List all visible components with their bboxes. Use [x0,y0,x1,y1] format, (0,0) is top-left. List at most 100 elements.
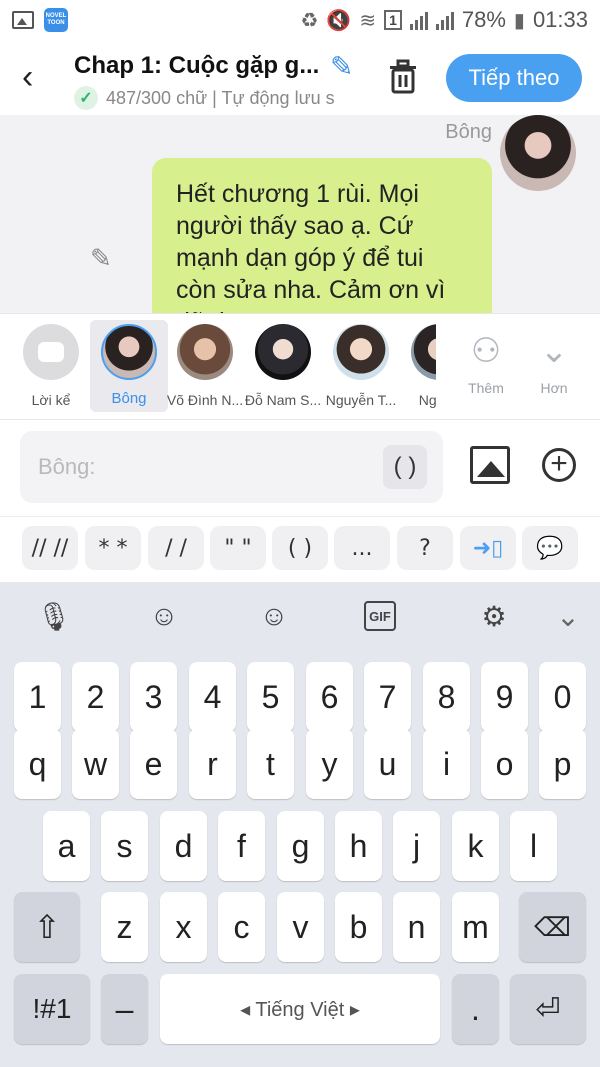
key-d[interactable]: d [160,811,207,881]
character-nguye[interactable]: Nguyễ [400,314,436,414]
avatar [101,324,157,380]
key-3[interactable]: 3 [130,662,177,732]
symbols-key[interactable]: !#1 [14,974,90,1044]
character-do-nam[interactable]: Đỗ Nam S... [244,314,322,414]
character-nguyen-t[interactable]: Nguyễn T... [322,314,400,414]
key-p[interactable]: p [539,729,586,799]
key-k[interactable]: k [452,811,499,881]
next-button[interactable]: Tiếp theo [446,54,582,102]
edit-message-pencil-icon[interactable]: ✎ [90,243,112,274]
key-e[interactable]: e [130,729,177,799]
symbol-double-slash[interactable]: // // [22,526,78,570]
key-y[interactable]: y [306,729,353,799]
edit-title-pencil-icon[interactable]: ✎ [330,50,353,83]
clock: 01:33 [532,7,588,32]
message-input[interactable] [38,447,378,487]
key-9[interactable]: 9 [481,662,528,732]
microphone-icon[interactable]: 🎙 [34,596,74,636]
key-a[interactable]: a [43,811,90,881]
key-f[interactable]: f [218,811,265,881]
key-w[interactable]: w [72,729,119,799]
key-l[interactable]: l [510,811,557,881]
space-bar[interactable]: ◂ Tiếng Việt ▸ [160,974,440,1044]
status-bar: NOVEL TOON ♻ 🔇 ≋ 1 78% ▮ 01:33 [0,0,600,40]
message-bubble[interactable]: Hết chương 1 rùi. Mọi người thấy sao ạ. … [152,158,492,313]
key-n[interactable]: n [393,892,440,962]
chat-bubble-icon[interactable]: 💬 [522,526,578,570]
key-s[interactable]: s [101,811,148,881]
key-i[interactable]: i [423,729,470,799]
collapse-keyboard-chevron-icon[interactable]: ⌄ [548,596,588,636]
period-key[interactable]: . [452,974,499,1044]
key-r[interactable]: r [189,729,236,799]
battery-percent: 78% [461,7,506,32]
enter-key[interactable]: ⏎ [510,974,586,1044]
settings-gear-icon[interactable]: ⚙ [474,596,514,636]
battery-icon: ▮ [513,9,525,32]
key-7[interactable]: 7 [364,662,411,732]
symbol-ellipsis[interactable]: ... [334,526,390,570]
signal-icon [409,10,428,30]
narrator-chat-icon [23,324,79,380]
header: ‹ Chap 1: Cuộc gặp g... ✎ ✓ 487/300 chữ … [0,40,600,115]
key-v[interactable]: v [277,892,324,962]
character-selector: Lời kể Bông Võ Đình N... Đỗ Nam S... Ngu… [0,313,600,420]
sticker-icon[interactable]: ☺ [144,596,184,636]
key-2[interactable]: 2 [72,662,119,732]
symbol-question[interactable]: ? [397,526,453,570]
key-h[interactable]: h [335,811,382,881]
add-character-button[interactable]: ⚇ Thêm [454,322,518,396]
backspace-icon: ⌫ [534,911,571,942]
gif-icon[interactable]: GIF [364,601,396,631]
character-bong[interactable]: Bông [90,320,168,412]
back-arrow-icon[interactable]: ‹ [22,58,33,97]
key-j[interactable]: j [393,811,440,881]
key-6[interactable]: 6 [306,662,353,732]
enter-return-icon: ⏎ [535,992,561,1026]
key-5[interactable]: 5 [247,662,294,732]
phone-transfer-icon[interactable]: ➜▯ [460,526,516,570]
message-composer: ( ) [20,431,443,503]
dash-key[interactable]: – [101,974,148,1044]
word-count-text: 487/300 chữ | Tự động lưu s [106,87,335,108]
symbol-quotes[interactable]: " " [210,526,266,570]
sender-avatar[interactable] [500,115,576,191]
character-vo-dinh[interactable]: Võ Đình N... [166,314,244,414]
key-4[interactable]: 4 [189,662,236,732]
keyboard-toolbar: 🎙 ☺ ☺ GIF ⚙ ⌄ [0,582,600,648]
key-8[interactable]: 8 [423,662,470,732]
chapter-title[interactable]: Chap 1: Cuộc gặp g... [74,52,324,80]
key-u[interactable]: u [364,729,411,799]
key-0[interactable]: 0 [539,662,586,732]
character-narrator[interactable]: Lời kể [12,314,90,414]
mute-icon: 🔇 [326,9,352,32]
action-paren-button[interactable]: ( ) [383,445,427,489]
avatar [255,324,311,380]
symbol-slashes[interactable]: / / [148,526,204,570]
format-symbol-row: // // * * / / " " ( ) ... ? ➜▯ 💬 [0,516,600,582]
key-c[interactable]: c [218,892,265,962]
shift-key[interactable]: ⇧ [14,892,80,962]
key-x[interactable]: x [160,892,207,962]
more-characters-button[interactable]: ⌄ Hơn [522,322,586,396]
chat-area[interactable]: Bông ✎ Hết chương 1 rùi. Mọi người thấy … [0,115,600,313]
key-z[interactable]: z [101,892,148,962]
key-1[interactable]: 1 [14,662,61,732]
delete-trash-icon[interactable] [386,58,420,94]
key-o[interactable]: o [481,729,528,799]
symbol-parens[interactable]: ( ) [272,526,328,570]
symbol-asterisks[interactable]: * * [85,526,141,570]
key-b[interactable]: b [335,892,382,962]
word-count-status: ✓ 487/300 chữ | Tự động lưu s [74,86,364,110]
avatar [333,324,389,380]
add-plus-icon[interactable]: + [542,448,576,482]
avatar [411,324,436,380]
key-t[interactable]: t [247,729,294,799]
key-m[interactable]: m [452,892,499,962]
backspace-key[interactable]: ⌫ [519,892,586,962]
emoji-icon[interactable]: ☺ [254,596,294,636]
chevron-down-icon: ⌄ [539,332,569,370]
insert-image-icon[interactable] [470,446,510,484]
key-q[interactable]: q [14,729,61,799]
key-g[interactable]: g [277,811,324,881]
